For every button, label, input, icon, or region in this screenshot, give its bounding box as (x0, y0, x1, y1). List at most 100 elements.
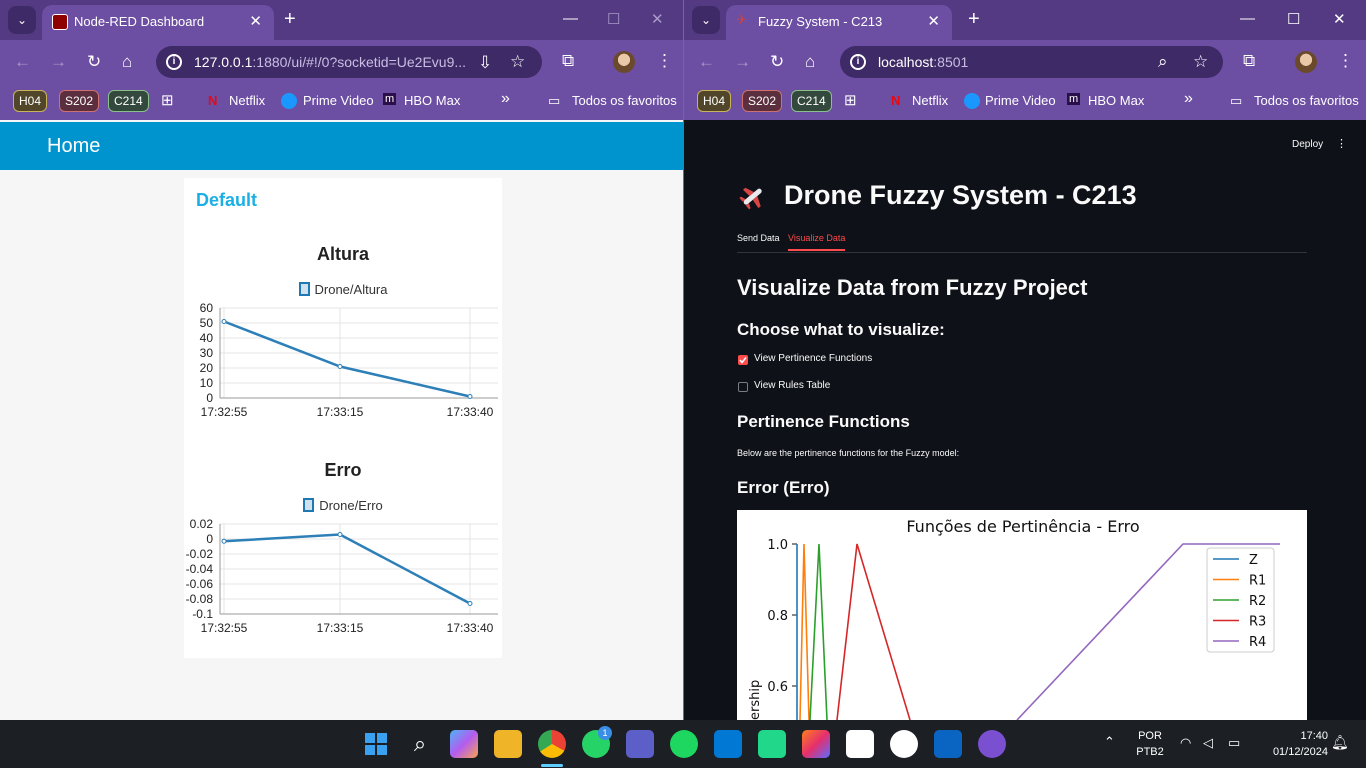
back-icon[interactable]: ← (14, 52, 31, 72)
home-icon[interactable]: ⌂ (805, 52, 815, 72)
reload-icon[interactable]: ↻ (770, 52, 784, 72)
minimize-icon[interactable]: — (1240, 10, 1255, 27)
clock-time[interactable]: 17:40 (1258, 730, 1328, 742)
spotify-icon[interactable] (670, 730, 698, 758)
rules-table-checkbox-label[interactable]: View Rules Table (754, 380, 830, 391)
hbo-max-icon: m (1067, 93, 1081, 105)
bookmark-hbo-max[interactable]: HBO Max (404, 93, 460, 108)
maximize-icon[interactable]: ☐ (1287, 10, 1300, 28)
language-secondary[interactable]: PTB2 (1134, 746, 1166, 758)
chrome-icon[interactable] (538, 730, 566, 758)
show-hidden-icons[interactable]: ⌃ (1104, 734, 1115, 750)
new-tab-button[interactable]: + (968, 8, 980, 31)
wifi-icon[interactable]: ◠ (1180, 735, 1191, 751)
close-tab-icon[interactable]: ✕ (927, 12, 940, 30)
reload-icon[interactable]: ↻ (87, 52, 101, 72)
plot-y-tick-label: 1.0 (767, 538, 788, 553)
address-bar[interactable]: i 127.0.0.1:1880/ui/#!/0?socketid=Ue2Evu… (156, 46, 542, 78)
bookmark-prime-video[interactable]: Prime Video (303, 93, 374, 108)
profile-avatar[interactable] (1295, 51, 1317, 73)
vscode-icon[interactable] (714, 730, 742, 758)
mongodb-compass-icon[interactable] (890, 730, 918, 758)
dashboard-group-card: Default Altura Drone/Altura 60 50 40 30 20 10… (184, 178, 502, 658)
rules-table-checkbox[interactable] (738, 382, 748, 392)
tab-title: Node-RED Dashboard (74, 14, 205, 29)
bookmark-c214[interactable]: C214 (108, 90, 149, 112)
teams-icon[interactable] (626, 730, 654, 758)
clock-date[interactable]: 01/12/2024 (1258, 746, 1328, 758)
menu-kebab-icon[interactable]: ⋮ (1337, 51, 1354, 71)
bookmark-s202[interactable]: S202 (742, 90, 783, 112)
pertinence-checkbox-label[interactable]: View Pertinence Functions (754, 353, 872, 364)
close-window-icon[interactable]: ✕ (1333, 10, 1346, 28)
bookmark-all-favorites[interactable]: Todos os favoritos (1254, 93, 1359, 108)
bookmark-s202[interactable]: S202 (59, 90, 100, 112)
tab-bar: ⌄ Node-RED Dashboard ✕ + — ☐ ✕ (0, 0, 683, 40)
tab-search-button[interactable]: ⌄ (692, 6, 720, 34)
apps-grid-icon[interactable]: ⊞ (844, 91, 857, 109)
bookmark-h04[interactable]: H04 (13, 90, 48, 112)
volume-icon[interactable]: ◁ (1203, 735, 1213, 751)
maximize-icon[interactable]: ☐ (607, 10, 620, 28)
erro-data-point (467, 601, 473, 606)
more-bookmarks-icon[interactable]: » (501, 90, 510, 108)
bookmark-hbo-max[interactable]: HBO Max (1088, 93, 1144, 108)
bookmark-h04[interactable]: H04 (697, 90, 732, 112)
pycharm-icon[interactable] (758, 730, 786, 758)
home-icon[interactable]: ⌂ (122, 52, 132, 72)
zoom-search-icon[interactable]: ⌕ (1158, 52, 1168, 72)
windows-start-icon[interactable] (362, 730, 390, 758)
bookmark-c214[interactable]: C214 (791, 90, 832, 112)
install-app-icon[interactable]: ⇩ (478, 53, 492, 73)
battery-icon[interactable]: ▭ (1228, 735, 1240, 751)
menu-kebab-icon[interactable]: ⋮ (656, 51, 673, 71)
altura-legend[interactable]: Drone/Altura (184, 282, 502, 297)
more-bookmarks-icon[interactable]: » (1184, 90, 1193, 108)
tab-visualize-data[interactable]: Visualize Data (788, 233, 846, 251)
bookmark-star-icon[interactable]: ☆ (1193, 52, 1208, 72)
extensions-icon[interactable]: ⧉ (1243, 51, 1255, 71)
tab-send-data[interactable]: Send Data (737, 233, 780, 249)
forward-icon[interactable]: → (734, 52, 751, 72)
legend-label-r4: R4 (1249, 635, 1266, 650)
pertinence-checkbox[interactable] (738, 355, 748, 365)
media-player-icon[interactable] (978, 730, 1006, 758)
profile-avatar[interactable] (613, 51, 635, 73)
bookmark-netflix[interactable]: Netflix (912, 93, 948, 108)
language-primary[interactable]: POR (1134, 730, 1166, 742)
site-info-icon[interactable]: i (166, 54, 182, 70)
series-r1-line (799, 543, 810, 720)
bookmark-netflix[interactable]: Netflix (229, 93, 265, 108)
erro-y-tick: -0.06 (186, 577, 214, 591)
close-tab-icon[interactable]: ✕ (249, 12, 262, 30)
erro-y-tick: -0.02 (186, 547, 214, 561)
forward-icon[interactable]: → (50, 52, 67, 72)
tab-search-button[interactable]: ⌄ (8, 6, 36, 34)
outlook-icon[interactable] (934, 730, 962, 758)
tab-fuzzy-system[interactable]: ✈ Fuzzy System - C213 ✕ (726, 5, 952, 40)
new-tab-button[interactable]: + (284, 8, 296, 31)
address-bar[interactable]: i localhost:8501 ⌕ ☆ (840, 46, 1223, 78)
bookmark-prime-video[interactable]: Prime Video (985, 93, 1056, 108)
site-info-icon[interactable]: i (850, 54, 866, 70)
intellij-icon[interactable] (802, 730, 830, 758)
tab-node-red[interactable]: Node-RED Dashboard ✕ (42, 5, 274, 40)
search-icon[interactable]: ⌕ (406, 730, 434, 758)
main-menu-icon[interactable]: ⋮ (1336, 137, 1347, 150)
notification-bell-icon[interactable]: 🔔︎ (1331, 734, 1349, 751)
netflix-icon: N (208, 93, 218, 108)
altura-x-tick: 17:33:15 (317, 405, 364, 419)
bookmark-star-icon[interactable]: ☆ (510, 52, 525, 72)
bookmark-all-favorites[interactable]: Todos os favoritos (572, 93, 677, 108)
notion-icon[interactable] (846, 730, 874, 758)
erro-legend[interactable]: Drone/Erro (184, 498, 502, 513)
copilot-icon[interactable] (450, 730, 478, 758)
minimize-icon[interactable]: — (563, 10, 578, 27)
file-explorer-icon[interactable] (494, 730, 522, 758)
back-icon[interactable]: ← (698, 52, 715, 72)
extensions-icon[interactable]: ⧉ (562, 51, 574, 71)
apps-grid-icon[interactable]: ⊞ (161, 91, 174, 109)
folder-icon: ▭ (1230, 93, 1243, 108)
close-window-icon[interactable]: ✕ (651, 10, 664, 28)
deploy-button[interactable]: Deploy (1292, 139, 1323, 150)
